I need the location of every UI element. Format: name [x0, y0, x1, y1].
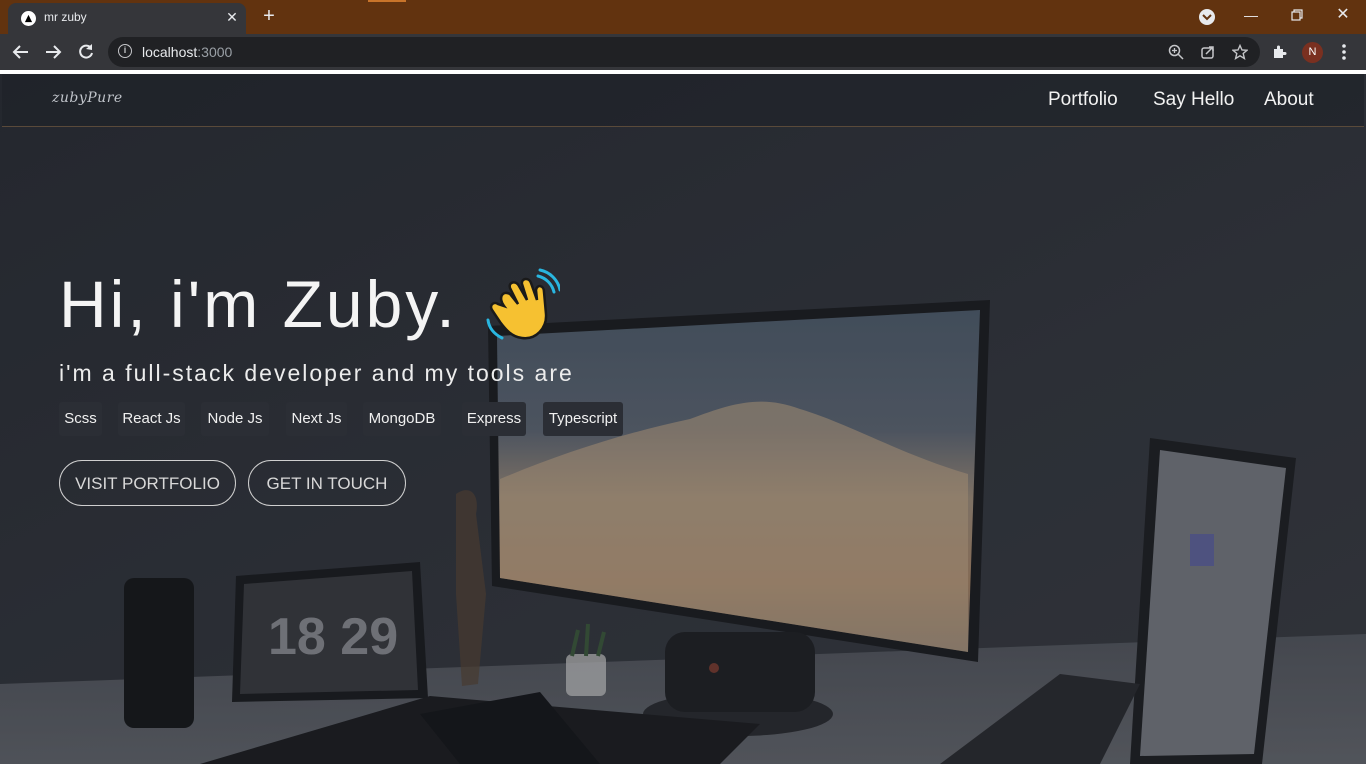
reload-icon[interactable]: [76, 42, 98, 64]
tool-chip-next: Next Js: [286, 402, 347, 436]
get-in-touch-button[interactable]: GET IN TOUCH: [248, 460, 406, 506]
site-navbar: zubyPure Portfolio Say Hello About: [2, 74, 1364, 127]
close-icon[interactable]: ✕: [224, 9, 240, 25]
extensions-icon[interactable]: [1271, 44, 1287, 60]
forward-arrow-icon[interactable]: [43, 42, 65, 64]
info-icon[interactable]: i: [118, 44, 132, 58]
share-icon[interactable]: [1200, 44, 1216, 60]
browser-toolbar: i localhost:3000 N: [0, 34, 1366, 70]
visit-portfolio-button[interactable]: VISIT PORTFOLIO: [59, 460, 236, 506]
tab-title: mr zuby: [44, 10, 87, 24]
tool-chip-typescript: Typescript: [543, 402, 623, 436]
back-arrow-icon[interactable]: [11, 42, 33, 64]
nav-link-portfolio[interactable]: Portfolio: [1048, 89, 1118, 111]
tool-chip-express: Express: [462, 402, 526, 436]
next-favicon-icon: [21, 11, 36, 26]
profile-avatar[interactable]: N: [1302, 42, 1323, 63]
tool-chip-react: React Js: [118, 402, 185, 436]
waving-hand-icon: [486, 268, 560, 340]
star-icon[interactable]: [1231, 43, 1249, 60]
kebab-menu-icon[interactable]: [1338, 42, 1350, 64]
url-text: localhost:3000: [142, 44, 233, 60]
tool-chip-mongodb: MongoDB: [363, 402, 441, 436]
address-bar[interactable]: i localhost:3000: [108, 37, 1260, 67]
tool-chip-scss: Scss: [59, 402, 102, 436]
plus-icon[interactable]: +: [258, 6, 280, 28]
page-bottom-border: [0, 764, 1366, 768]
hero-title: Hi, i'm Zuby.: [59, 267, 458, 341]
site-logo[interactable]: zubyPure: [52, 90, 123, 106]
restore-icon[interactable]: [1282, 4, 1312, 26]
hero-subtitle: i'm a full-stack developer and my tools …: [59, 360, 574, 386]
active-tab[interactable]: mr zuby ✕: [8, 3, 246, 34]
zoom-icon[interactable]: [1168, 44, 1184, 60]
window-close-icon[interactable]: ✕: [1328, 4, 1358, 26]
nav-link-say-hello[interactable]: Say Hello: [1153, 89, 1234, 111]
tool-chip-node: Node Js: [201, 402, 269, 436]
web-page: 18 29 zubyPure Portfolio Say Hello About…: [0, 74, 1366, 764]
tab-search-icon[interactable]: [1199, 9, 1215, 25]
browser-tab-strip: mr zuby ✕ + — ✕: [0, 0, 1366, 34]
nav-link-about[interactable]: About: [1264, 89, 1314, 111]
minimize-icon[interactable]: —: [1236, 4, 1266, 26]
tab-strip-accent: [368, 0, 406, 2]
